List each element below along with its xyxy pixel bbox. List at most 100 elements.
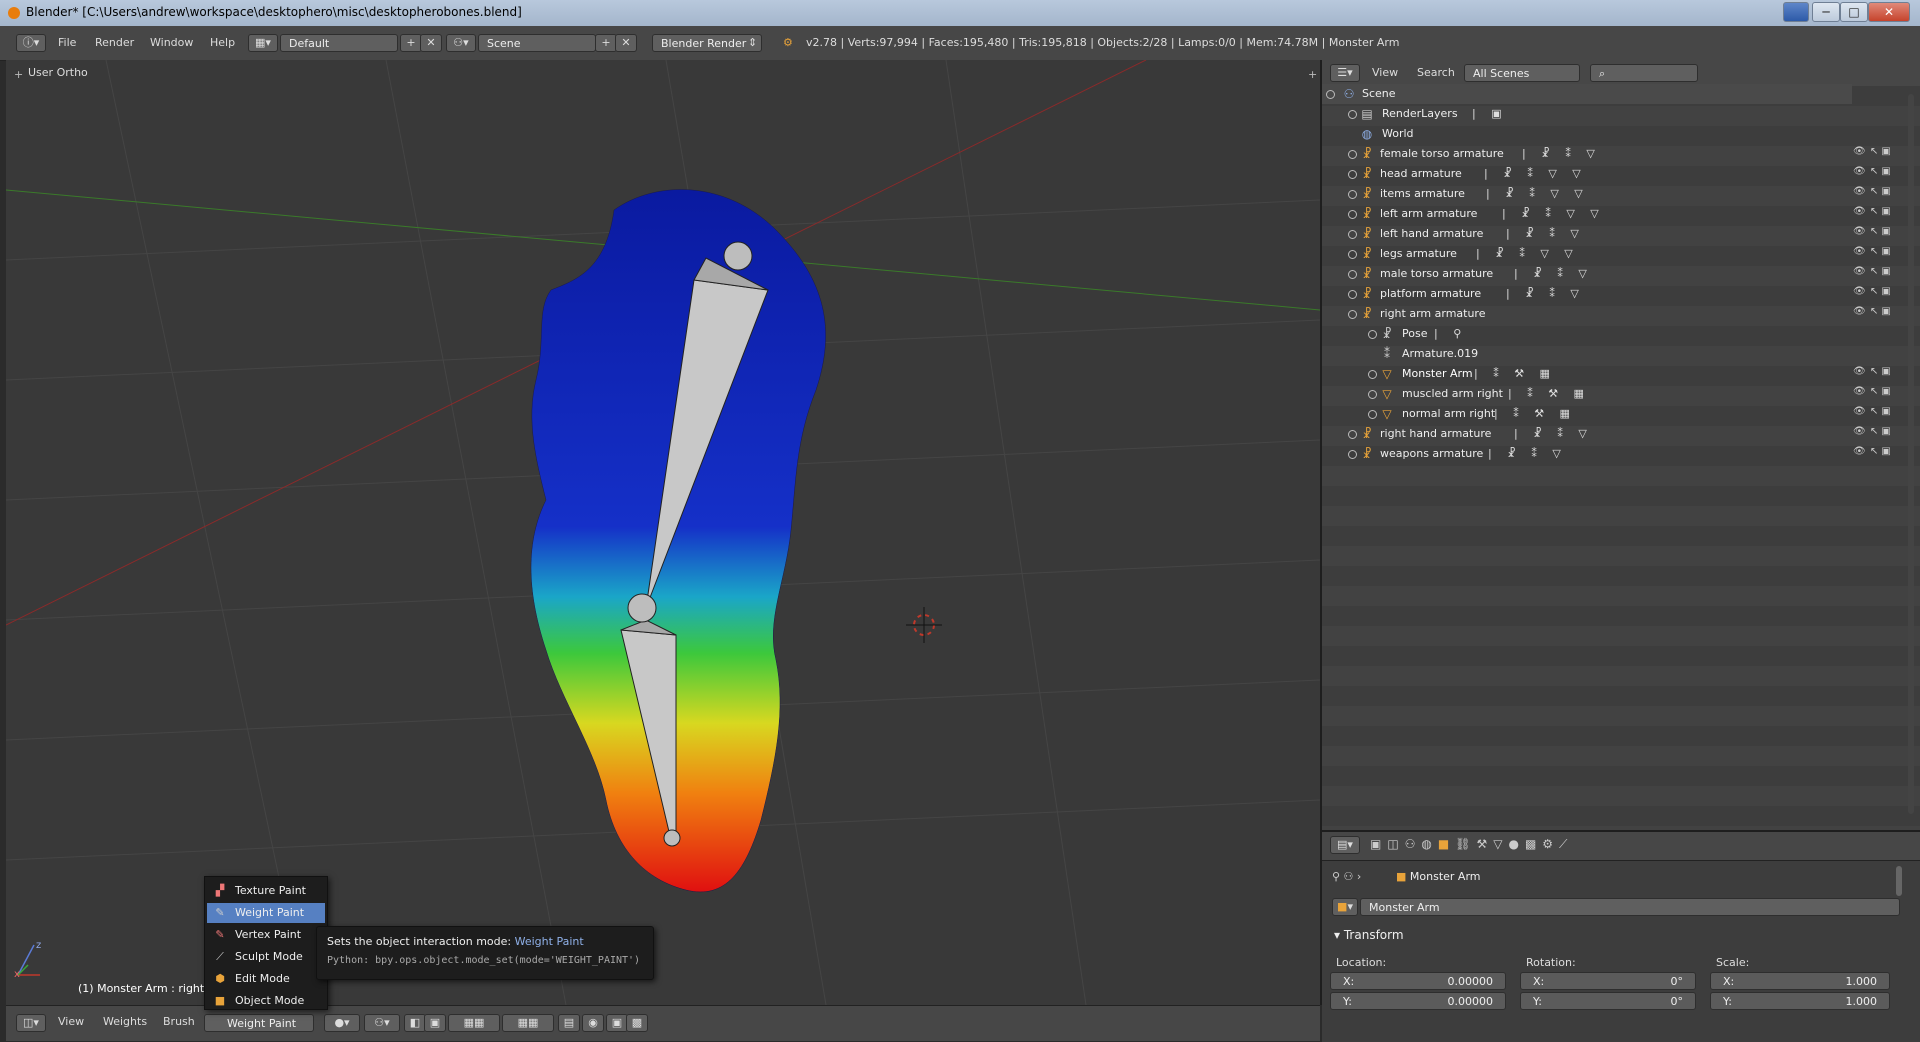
menu-brush[interactable]: Brush [163,1015,195,1028]
restrict-toggles[interactable]: 👁 ↖ ▣ [1853,306,1913,326]
restrict-toggles[interactable]: 👁 ↖ ▣ [1853,266,1913,286]
opengl-render-icon[interactable]: ◉ [582,1014,604,1032]
screen-layout-field[interactable]: Default [280,34,398,52]
menu-item-weight-paint[interactable]: ✎ Weight Paint [207,903,325,923]
menu-item-vertex-paint[interactable]: ✎ Vertex Paint [207,925,325,945]
3d-cursor-icon[interactable] [906,607,942,643]
expand-icon[interactable] [1348,430,1357,439]
rotation-x-field[interactable]: X: 0° [1520,972,1696,990]
restrict-toggles[interactable]: 👁 ↖ ▣ [1853,246,1913,266]
expand-icon[interactable] [1348,210,1357,219]
expand-icon[interactable] [1348,230,1357,239]
expand-icon[interactable] [1368,410,1377,419]
expand-icon[interactable] [1348,250,1357,259]
restrict-toggles[interactable]: 👁 ↖ ▣ [1853,226,1913,246]
tree-row-male-torso-armature[interactable]: ☧ male torso armature | ☧ ⁑ ▽ [1322,264,1852,284]
scene-icon[interactable]: ⚇▾ [446,34,476,52]
expand-icon[interactable] [1368,330,1377,339]
region-expand-icon[interactable]: + [1308,68,1317,81]
menu-item-sculpt-mode[interactable]: ⟋ Sculpt Mode [207,947,325,967]
3d-viewport[interactable]: User Ortho z x (1) Monster Arm: right f… [6,60,1322,1005]
tree-row-head-armature[interactable]: ☧ head armature | ☧ ⁑ ▽ ▽ [1322,164,1852,184]
toolshelf-expand-icon[interactable]: + [14,68,23,81]
scale-y-field[interactable]: Y: 1.000 [1710,992,1890,1010]
restrict-toggles[interactable]: 👁 ↖ ▣ [1853,366,1913,386]
outliner-search-input[interactable]: ⌕ [1590,64,1698,82]
restrict-toggles[interactable]: 👁 ↖ ▣ [1853,206,1913,226]
restrict-toggles[interactable]: 👁 ↖ ▣ [1853,426,1913,446]
tree-row-monster-arm[interactable]: ▽ Monster Arm | ⁑ ⚒ ▦ [1322,364,1852,384]
expand-icon[interactable] [1348,270,1357,279]
render-engine-select[interactable]: Blender Render [652,34,762,52]
tree-row-scene[interactable]: ⚇ Scene [1322,84,1852,104]
expand-icon[interactable] [1368,370,1377,379]
layers-left-icon[interactable]: ▦▦ [448,1014,500,1032]
properties-scrollbar[interactable] [1896,866,1902,896]
expand-icon[interactable] [1348,450,1357,459]
tree-row-armature-019[interactable]: ⁑ Armature.019 [1322,344,1852,364]
add-layout-icon[interactable]: + [400,34,422,52]
expand-icon[interactable] [1348,170,1357,179]
add-scene-icon[interactable]: + [595,34,617,52]
tree-row-female-torso-armature[interactable]: ☧ female torso armature | ☧ ⁑ ▽ [1322,144,1852,164]
scale-x-field[interactable]: X: 1.000 [1710,972,1890,990]
collapse-icon[interactable] [1348,310,1357,319]
rotation-y-field[interactable]: Y: 0° [1520,992,1696,1010]
outliner-menu-search[interactable]: Search [1417,66,1455,79]
location-x-field[interactable]: X: 0.00000 [1330,972,1506,990]
tree-row-pose[interactable]: ☧ Pose | ⚲ [1322,324,1852,344]
menu-file[interactable]: File [58,34,76,52]
expand-icon[interactable] [1348,190,1357,199]
restrict-toggles[interactable]: 👁 ↖ ▣ [1853,386,1913,406]
transform-panel-header[interactable]: ▾ Transform [1334,928,1404,942]
maximize-button[interactable]: □ [1840,2,1868,22]
restrict-toggles[interactable]: 👁 ↖ ▣ [1853,406,1913,426]
layers-right-icon[interactable]: ▦▦ [502,1014,554,1032]
restrict-toggles[interactable]: 👁 ↖ ▣ [1853,146,1913,166]
menu-window[interactable]: Window [150,34,193,52]
expand-icon[interactable] [1348,290,1357,299]
menu-weights[interactable]: Weights [103,1015,147,1028]
collapse-icon[interactable] [1326,90,1335,99]
pivot-point-icon[interactable]: ⚇▾ [364,1014,400,1032]
object-datablock-icon[interactable]: ■▾ [1332,898,1358,916]
remove-layout-icon[interactable]: ✕ [420,34,442,52]
menu-view[interactable]: View [58,1015,84,1028]
expand-icon[interactable] [1368,390,1377,399]
location-y-field[interactable]: Y: 0.00000 [1330,992,1506,1010]
editor-type-icon[interactable]: ⓘ▾ [16,34,46,52]
vertex-mask-icon[interactable]: ▣ [424,1014,446,1032]
editor-type-outliner-icon[interactable]: ☰▾ [1330,64,1360,82]
tree-row-world[interactable]: ◍ World [1322,124,1852,144]
tree-row-muscled-arm-right[interactable]: ▽ muscled arm right | ⁑ ⚒ ▦ [1322,384,1852,404]
tree-row-weapons-armature[interactable]: ☧ weapons armature | ☧ ⁑ ▽ [1322,444,1852,464]
tree-row-items-armature[interactable]: ☧ items armature | ☧ ⁑ ▽ ▽ [1322,184,1852,204]
mode-select[interactable]: Weight Paint [204,1014,314,1032]
remove-scene-icon[interactable]: ✕ [615,34,637,52]
tree-row-normal-arm-right[interactable]: ▽ normal arm right | ⁑ ⚒ ▦ [1322,404,1852,424]
editor-type-properties-icon[interactable]: ▤▾ [1330,836,1360,854]
screen-layout-icon[interactable]: ▦▾ [248,34,278,52]
restrict-toggles[interactable]: 👁 ↖ ▣ [1853,186,1913,206]
tree-row-left-hand-armature[interactable]: ☧ left hand armature | ☧ ⁑ ▽ [1322,224,1852,244]
layer-lock-icon[interactable]: ▤ [558,1014,580,1032]
object-name-field[interactable]: Monster Arm [1360,898,1900,916]
restrict-toggles[interactable]: 👁 ↖ ▣ [1853,166,1913,186]
tree-row-legs-armature[interactable]: ☧ legs armature | ☧ ⁑ ▽ ▽ [1322,244,1852,264]
minimize-button[interactable]: ─ [1812,2,1840,22]
menu-item-texture-paint[interactable]: ▞ Texture Paint [207,881,325,901]
editor-type-3d-icon[interactable]: ◫▾ [16,1014,46,1032]
tree-row-right-hand-armature[interactable]: ☧ right hand armature | ☧ ⁑ ▽ [1322,424,1852,444]
tree-row-left-arm-armature[interactable]: ☧ left arm armature | ☧ ⁑ ▽ ▽ [1322,204,1852,224]
menu-help[interactable]: Help [210,34,235,52]
face-mask-icon[interactable]: ◧ [404,1014,426,1032]
menu-item-edit-mode[interactable]: ⬢ Edit Mode [207,969,325,989]
outliner-menu-view[interactable]: View [1372,66,1398,79]
expand-icon[interactable] [1348,150,1357,159]
tree-row-right-arm-armature[interactable]: ☧ right arm armature [1322,304,1852,324]
tree-row-renderlayers[interactable]: ▤ RenderLayers | ▣ [1322,104,1852,124]
close-button[interactable]: ✕ [1868,2,1910,22]
render-still-icon[interactable]: ▣ [606,1014,628,1032]
restrict-toggles[interactable]: 👁 ↖ ▣ [1853,446,1913,466]
menu-item-object-mode[interactable]: ■ Object Mode [207,991,325,1011]
